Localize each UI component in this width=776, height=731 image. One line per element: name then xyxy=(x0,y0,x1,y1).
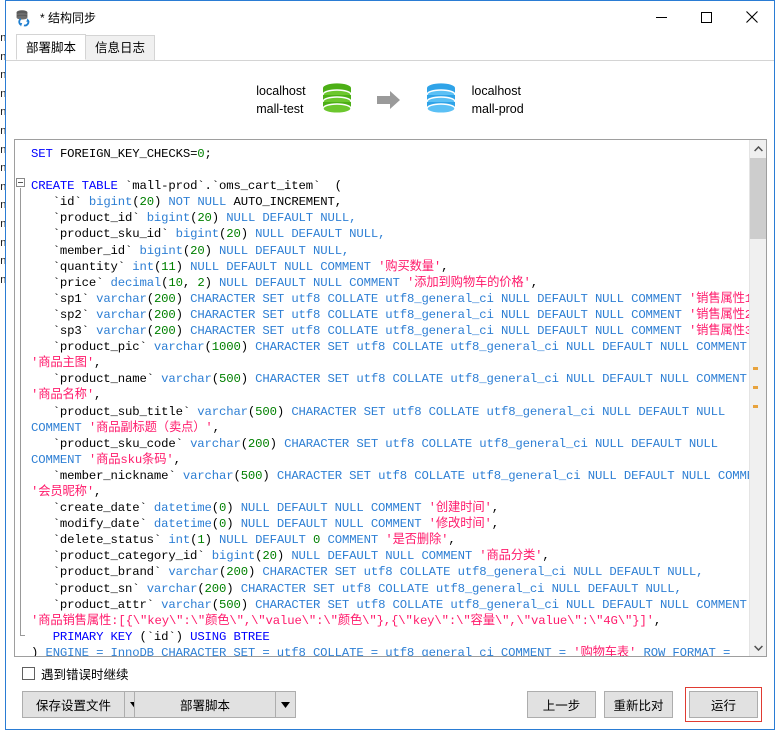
deploy-script-split-button[interactable]: 部署脚本 xyxy=(134,691,296,718)
run-label: 运行 xyxy=(710,699,736,713)
target-db-label: localhost mall-prod xyxy=(472,82,524,118)
sql-code-area[interactable]: SET FOREIGN_KEY_CHECKS=0; CREATE TABLE `… xyxy=(29,140,766,656)
target-db-host: localhost xyxy=(471,83,521,98)
database-sync-icon xyxy=(15,9,33,27)
maximize-icon xyxy=(701,11,712,23)
target-db-name: mall-prod xyxy=(471,101,524,116)
prev-step-button[interactable]: 上一步 xyxy=(527,691,596,718)
deploy-script-label: 部署脚本 xyxy=(179,699,230,713)
source-db-name: mall-test xyxy=(256,101,304,116)
chevron-up-icon xyxy=(753,145,763,152)
minimize-icon xyxy=(656,16,667,18)
tab-info-log-label: 信息日志 xyxy=(95,41,146,55)
window-title: * 结构同步 xyxy=(40,11,97,25)
save-settings-split-button[interactable]: 保存设置文件 xyxy=(22,691,145,718)
maximize-button[interactable] xyxy=(684,1,729,33)
scroll-up-button[interactable] xyxy=(750,140,766,157)
run-button[interactable]: 运行 xyxy=(689,691,758,718)
recompare-label: 重新比对 xyxy=(613,699,664,713)
tab-deploy-script-label: 部署脚本 xyxy=(26,41,77,55)
code-fold-gutter xyxy=(15,140,29,656)
database-icon-green xyxy=(320,82,354,118)
scroll-thumb[interactable] xyxy=(750,158,766,239)
sql-script-panel: SET FOREIGN_KEY_CHECKS=0; CREATE TABLE `… xyxy=(14,139,767,657)
database-icon-blue xyxy=(424,82,458,118)
scroll-marker xyxy=(753,405,758,408)
prev-step-label: 上一步 xyxy=(542,699,581,713)
structure-sync-window: * 结构同步 部署脚本 信息日志 localhost mall-test loc… xyxy=(5,0,775,730)
fold-toggle-create-table[interactable] xyxy=(16,178,25,187)
sql-code-text: SET FOREIGN_KEY_CHECKS=0; CREATE TABLE `… xyxy=(31,147,766,656)
window-controls xyxy=(639,1,774,33)
title-bar: * 结构同步 xyxy=(6,1,774,34)
scroll-down-button[interactable] xyxy=(750,639,766,656)
close-button[interactable] xyxy=(729,1,774,33)
continue-on-error-label: 遇到错误时继续 xyxy=(41,668,129,682)
source-db-label: localhost mall-test xyxy=(256,82,305,118)
tab-info-log[interactable]: 信息日志 xyxy=(85,35,156,60)
scroll-marker xyxy=(753,367,758,370)
close-icon xyxy=(745,11,758,23)
deploy-script-dropdown-arrow[interactable] xyxy=(275,692,295,717)
tab-strip: 部署脚本 信息日志 xyxy=(6,34,774,61)
chevron-down-icon xyxy=(753,644,763,651)
save-settings-label: 保存设置文件 xyxy=(35,699,111,713)
minimize-button[interactable] xyxy=(639,1,684,33)
arrow-right-icon xyxy=(376,89,402,111)
fold-guide-end xyxy=(20,635,25,636)
fold-guide-line xyxy=(20,188,21,635)
continue-on-error-row[interactable]: 遇到错误时继续 xyxy=(22,664,129,683)
code-vertical-scrollbar[interactable] xyxy=(749,140,766,656)
source-db-host: localhost xyxy=(256,83,306,98)
tab-deploy-script[interactable]: 部署脚本 xyxy=(16,34,87,60)
continue-on-error-checkbox[interactable] xyxy=(22,667,35,680)
sync-direction-header: localhost mall-test localhost mall-prod xyxy=(6,61,774,138)
app-root: n n n n n n n n n n n n n n * 结构同步 部署脚本 … xyxy=(0,0,776,731)
scroll-marker xyxy=(753,386,758,389)
chevron-down-icon xyxy=(281,701,290,708)
recompare-button[interactable]: 重新比对 xyxy=(604,691,673,718)
